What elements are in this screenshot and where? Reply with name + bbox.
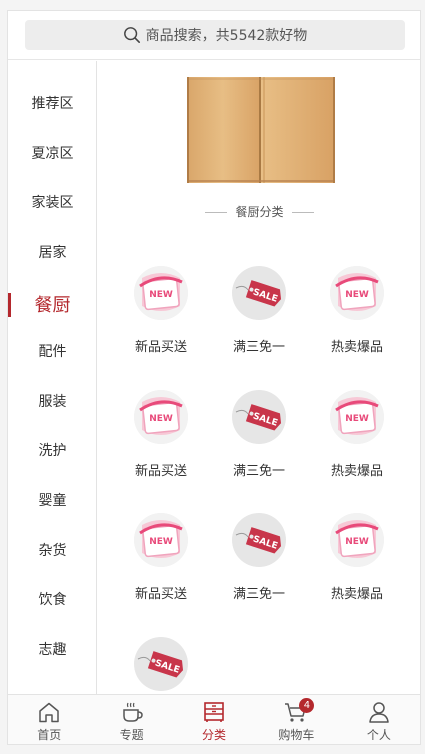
tab-label: 首页 bbox=[37, 728, 62, 742]
category-cell-label: 满三免一 bbox=[232, 587, 285, 602]
tab-label: 分类 bbox=[202, 728, 227, 742]
sale-tag-icon: SALE bbox=[232, 513, 286, 567]
category-cell-label: 热卖爆品 bbox=[330, 340, 383, 355]
category-cell[interactable]: NEW 新品买送 bbox=[119, 266, 203, 376]
sale-tag-icon: SALE bbox=[232, 390, 286, 444]
category-sidebar: 推荐区 夏凉区 家装区 居家 餐厨 配件 服装 洗护 婴童 杂货 饮食 志趣 bbox=[8, 61, 97, 694]
sidebar-item-hobby[interactable]: 志趣 bbox=[8, 629, 97, 669]
sidebar-item-summer[interactable]: 夏凉区 bbox=[8, 133, 97, 173]
tab-cart[interactable]: 4 购物车 bbox=[255, 695, 337, 744]
new-ribbon-icon: NEW bbox=[134, 266, 188, 320]
divider-line bbox=[291, 212, 314, 213]
category-cell[interactable]: NEW 热卖爆品 bbox=[315, 266, 399, 376]
tab-label: 个人 bbox=[366, 728, 391, 742]
cup-icon bbox=[122, 702, 143, 722]
new-text: NEW bbox=[345, 537, 369, 547]
user-icon bbox=[369, 702, 389, 723]
new-text: NEW bbox=[149, 414, 173, 424]
category-cell[interactable]: NEW 新品买送 bbox=[119, 513, 203, 623]
new-ribbon-icon: NEW bbox=[330, 266, 384, 320]
sidebar-item-accessories[interactable]: 配件 bbox=[8, 331, 97, 371]
category-cell[interactable]: NEW 热卖爆品 bbox=[315, 390, 399, 500]
category-cell-label: 满三免一 bbox=[232, 464, 285, 479]
sidebar-item-kitchen[interactable]: 餐厨 bbox=[8, 284, 97, 324]
sidebar-item-baby[interactable]: 婴童 bbox=[8, 480, 97, 520]
new-ribbon-icon: NEW bbox=[134, 390, 188, 444]
section-title: 餐厨分类 bbox=[97, 203, 420, 220]
home-icon bbox=[39, 702, 59, 723]
tab-profile[interactable]: 个人 bbox=[338, 695, 420, 744]
sale-tag-icon: SALE bbox=[134, 637, 188, 691]
search-icon bbox=[123, 27, 140, 44]
category-cell-label: 新品买送 bbox=[134, 464, 187, 479]
tab-home[interactable]: 首页 bbox=[8, 695, 90, 744]
sidebar-item-label: 洗护 bbox=[38, 443, 67, 459]
category-cell[interactable]: NEW 新品买送 bbox=[119, 390, 203, 500]
sidebar-item-label: 居家 bbox=[38, 245, 67, 261]
category-cell[interactable]: SALE 满三免一 bbox=[217, 390, 301, 500]
category-cell-label: 热卖爆品 bbox=[330, 464, 383, 479]
tab-label: 专题 bbox=[119, 728, 144, 742]
sidebar-item-home[interactable]: 居家 bbox=[8, 232, 97, 272]
sale-tag-icon: SALE bbox=[232, 266, 286, 320]
sidebar-item-label: 餐厨 bbox=[34, 295, 71, 316]
category-cell-label: 满三免一 bbox=[232, 340, 285, 355]
sidebar-item-label: 配件 bbox=[38, 344, 67, 360]
cart-badge: 4 bbox=[299, 698, 315, 713]
new-text: NEW bbox=[149, 537, 173, 547]
category-cell[interactable]: SALE bbox=[119, 637, 203, 694]
sidebar-item-care[interactable]: 洗护 bbox=[8, 430, 97, 470]
sidebar-item-label: 推荐区 bbox=[31, 96, 74, 112]
sidebar-item-food[interactable]: 饮食 bbox=[8, 579, 97, 619]
divider-line bbox=[205, 212, 228, 213]
app-frame: 商品搜索，共5542款好物 推荐区 夏凉区 家装区 居家 餐厨 配件 服装 洗护… bbox=[7, 10, 421, 745]
category-cell[interactable]: SALE 满三免一 bbox=[217, 513, 301, 623]
tab-topics[interactable]: 专题 bbox=[90, 695, 172, 744]
sidebar-item-label: 家装区 bbox=[31, 195, 74, 211]
new-ribbon-icon: NEW bbox=[134, 513, 188, 567]
tab-category[interactable]: 分类 bbox=[173, 695, 255, 744]
sidebar-item-label: 杂货 bbox=[38, 543, 67, 559]
sidebar-item-clothing[interactable]: 服装 bbox=[8, 381, 97, 421]
sidebar-item-label: 婴童 bbox=[38, 493, 67, 509]
category-cell-label: 热卖爆品 bbox=[330, 587, 383, 602]
search-placeholder: 商品搜索，共5542款好物 bbox=[145, 28, 308, 44]
category-cell[interactable]: NEW 热卖爆品 bbox=[315, 513, 399, 623]
category-icon bbox=[204, 702, 224, 722]
category-cell-label: 新品买送 bbox=[134, 340, 187, 355]
sidebar-item-label: 志趣 bbox=[38, 642, 67, 658]
search-bar: 商品搜索，共5542款好物 bbox=[8, 11, 420, 60]
new-ribbon-icon: NEW bbox=[330, 390, 384, 444]
new-ribbon-icon: NEW bbox=[330, 513, 384, 567]
category-content: 餐厨分类 NEW 新品买送 SALE 满三免一 NEW 热卖爆品 NEW 新品买… bbox=[97, 61, 420, 694]
sidebar-item-label: 服装 bbox=[38, 394, 67, 410]
bottom-tab-bar: 首页 专题 分类 4 购物车 个人 bbox=[8, 694, 420, 744]
sidebar-item-goods[interactable]: 杂货 bbox=[8, 530, 97, 570]
tab-label: 购物车 bbox=[278, 728, 315, 742]
sidebar-item-recommend[interactable]: 推荐区 bbox=[8, 83, 97, 123]
category-cell-label: 新品买送 bbox=[134, 587, 187, 602]
category-banner[interactable] bbox=[187, 77, 335, 183]
sidebar-item-label: 夏凉区 bbox=[31, 146, 74, 162]
search-input[interactable]: 商品搜索，共5542款好物 bbox=[25, 20, 405, 50]
category-cell[interactable]: SALE 满三免一 bbox=[217, 266, 301, 376]
section-title-text: 餐厨分类 bbox=[235, 205, 284, 219]
sidebar-item-decor[interactable]: 家装区 bbox=[8, 182, 97, 222]
new-text: NEW bbox=[345, 290, 369, 300]
sidebar-item-label: 饮食 bbox=[38, 592, 67, 608]
new-text: NEW bbox=[149, 290, 173, 300]
new-text: NEW bbox=[345, 414, 369, 424]
bamboo-mat-image bbox=[187, 77, 335, 183]
